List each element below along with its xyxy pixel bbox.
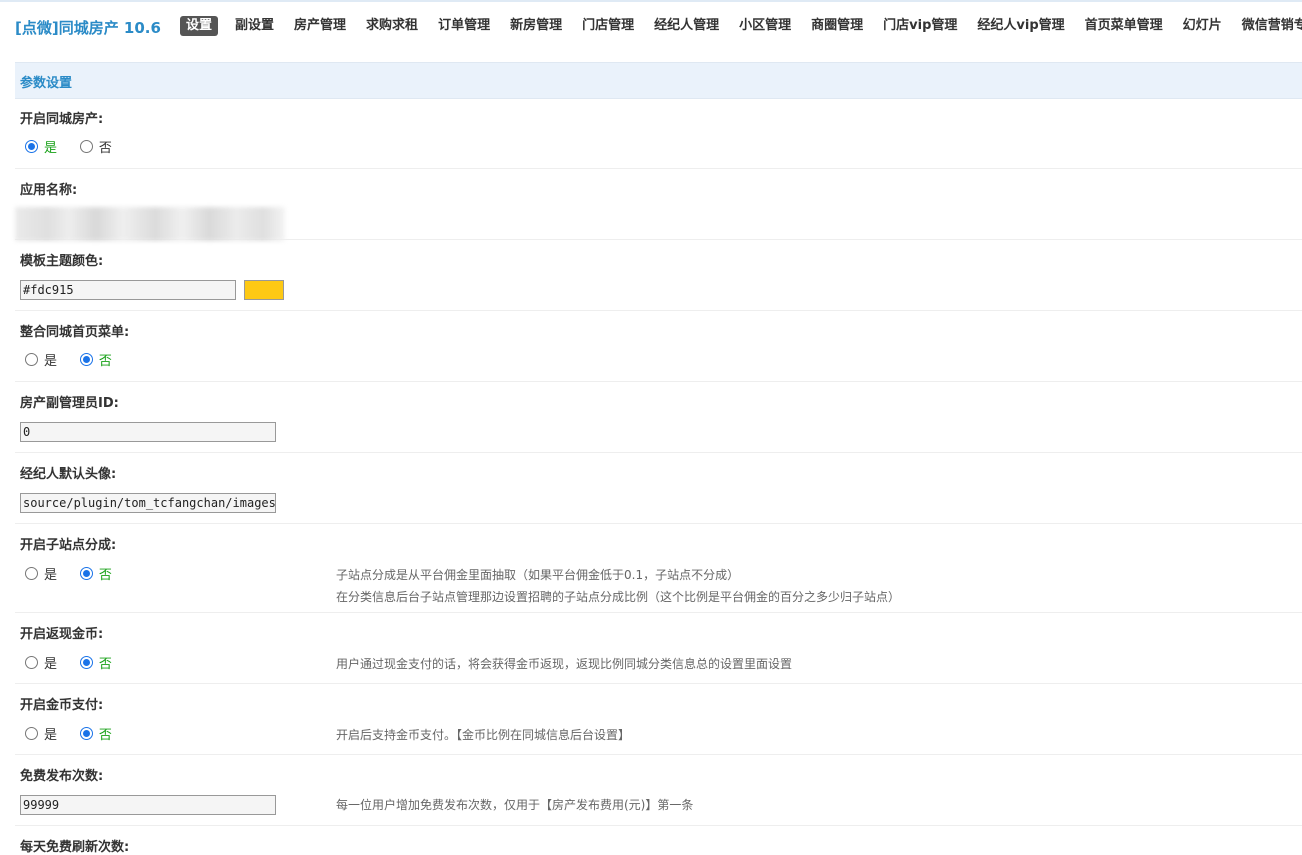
cashback-yes-radio[interactable]: 是: [20, 653, 57, 672]
gold-pay-no-radio[interactable]: 否: [75, 724, 112, 743]
radio-unchecked-icon: [25, 567, 38, 580]
label-cashback: 开启返现金币:: [20, 627, 104, 642]
nav-store-vip[interactable]: 门店vip管理: [880, 16, 960, 36]
section-title: 参数设置: [20, 76, 73, 91]
row-merge-menu: 整合同城首页菜单: 是 否: [15, 311, 1302, 382]
cashback-no-radio[interactable]: 否: [75, 653, 112, 672]
merge-menu-yes-radio[interactable]: 是: [20, 350, 57, 369]
enable-yes-radio[interactable]: 是: [20, 137, 57, 156]
nav-communities[interactable]: 小区管理: [736, 16, 794, 36]
merge-menu-radio-group: 是 否: [20, 350, 126, 369]
label-app-name: 应用名称:: [20, 183, 78, 198]
row-app-name: 应用名称:: [15, 169, 1302, 241]
nav-wechat-marketing[interactable]: 微信营销专区: [1239, 16, 1302, 36]
theme-color-field: #fdc915: [20, 280, 284, 303]
cashback-radio-group: 是 否: [20, 653, 126, 672]
gold-pay-radio-group: 是 否: [20, 724, 126, 743]
merge-menu-no-radio[interactable]: 否: [75, 350, 112, 369]
label-enable: 开启同城房产:: [20, 112, 104, 127]
cashback-help: 用户通过现金支付的话，将会获得金币返现，返现比例同城分类信息总的设置里面设置: [336, 657, 793, 671]
row-cashback: 开启返现金币: 是 否 用户通过现金支付的话，将会获得金币返现，返现比例同城分类…: [15, 613, 1302, 684]
nav-business-areas[interactable]: 商圈管理: [808, 16, 866, 36]
radio-unchecked-icon: [25, 656, 38, 669]
radio-checked-icon: [79, 656, 93, 669]
row-substation: 开启子站点分成: 是 否 子站点分成是从平台佣金里面抽取（如果平台佣金低于0.1…: [15, 524, 1302, 613]
radio-unchecked-icon: [25, 727, 38, 740]
sub-admin-input[interactable]: 0: [20, 422, 276, 442]
top-border: [0, 0, 1302, 2]
theme-color-input[interactable]: #fdc915: [20, 280, 236, 300]
row-free-refresh: 每天免费刷新次数:: [15, 826, 1302, 855]
color-swatch[interactable]: [244, 280, 284, 300]
row-gold-pay: 开启金币支付: 是 否 开启后支持金币支付。【金币比例在同城信息后台设置】: [15, 684, 1302, 755]
label-free-publish: 免费发布次数:: [20, 769, 104, 784]
label-substation: 开启子站点分成:: [20, 538, 117, 553]
section-header: 参数设置: [15, 62, 1302, 99]
row-free-publish: 免费发布次数: 99999 每一位用户增加免费发布次数，仅用于【房产发布费用(元…: [15, 755, 1302, 826]
substation-help-2: 在分类信息后台子站点管理那边设置招聘的子站点分成比例（这个比例是平台佣金的百分之…: [336, 590, 901, 604]
nav-stores[interactable]: 门店管理: [579, 16, 637, 36]
gold-pay-help: 开启后支持金币支付。【金币比例在同城信息后台设置】: [336, 728, 631, 742]
nav-wanted[interactable]: 求购求租: [363, 16, 421, 36]
radio-checked-icon: [25, 140, 38, 153]
header: [点微]同城房产 10.6 设置 副设置 房产管理 求购求租 订单管理 新房管理 门店管理经…: [15, 14, 1302, 42]
row-default-avatar: 经纪人默认头像: source/plugin/tom_tcfangchan/im…: [15, 453, 1302, 524]
app-title: [点微]同城房产 10.6: [15, 19, 161, 37]
nav-settings[interactable]: 设置: [180, 16, 219, 36]
label-free-refresh: 每天免费刷新次数:: [20, 840, 130, 855]
nav-new-house[interactable]: 新房管理: [507, 16, 565, 36]
default-avatar-input[interactable]: source/plugin/tom_tcfangchan/images/defa…: [20, 493, 276, 513]
substation-no-radio[interactable]: 否: [75, 564, 112, 583]
label-default-avatar: 经纪人默认头像:: [20, 467, 117, 482]
app-name-input-redacted[interactable]: [15, 207, 285, 241]
nav-home-menu[interactable]: 首页菜单管理: [1082, 16, 1166, 36]
radio-checked-icon: [79, 727, 93, 740]
nav-sub-settings[interactable]: 副设置: [232, 16, 277, 36]
default-avatar-field: source/plugin/tom_tcfangchan/images/defa…: [20, 493, 276, 513]
row-enable: 开启同城房产: 是 否: [15, 98, 1302, 169]
substation-yes-radio[interactable]: 是: [20, 564, 57, 583]
sub-admin-field: 0: [20, 422, 276, 442]
radio-unchecked-icon: [25, 353, 38, 366]
enable-radio-group: 是 否: [20, 137, 126, 156]
top-nav: 设置 副设置 房产管理 求购求租 订单管理 新房管理 门店管理 经纪人管理 小区管理 商圈管理 门店…: [180, 16, 1302, 38]
enable-no-radio[interactable]: 否: [75, 137, 112, 156]
free-publish-field: 99999: [20, 795, 276, 815]
label-merge-menu: 整合同城首页菜单:: [20, 325, 130, 340]
row-theme-color: 模板主题颜色: #fdc915: [15, 240, 1302, 311]
nav-house-manage[interactable]: 房产管理: [291, 16, 349, 36]
free-publish-help: 每一位用户增加免费发布次数，仅用于【房产发布费用(元)】第一条: [336, 798, 694, 812]
free-publish-input[interactable]: 99999: [20, 795, 276, 815]
gold-pay-yes-radio[interactable]: 是: [20, 724, 57, 743]
radio-unchecked-icon: [79, 140, 93, 153]
row-sub-admin: 房产副管理员ID: 0: [15, 382, 1302, 453]
nav-agents[interactable]: 经纪人管理: [651, 16, 722, 36]
substation-radio-group: 是 否: [20, 564, 126, 583]
radio-checked-icon: [79, 353, 93, 366]
nav-slides[interactable]: 幻灯片: [1180, 16, 1225, 36]
label-theme-color: 模板主题颜色:: [20, 254, 104, 269]
radio-checked-icon: [79, 567, 93, 580]
nav-agent-vip[interactable]: 经纪人vip管理: [974, 16, 1067, 36]
label-gold-pay: 开启金币支付:: [20, 698, 104, 713]
label-sub-admin: 房产副管理员ID:: [20, 396, 119, 411]
substation-help-1: 子站点分成是从平台佣金里面抽取（如果平台佣金低于0.1，子站点不分成）: [336, 568, 740, 582]
nav-orders[interactable]: 订单管理: [435, 16, 493, 36]
